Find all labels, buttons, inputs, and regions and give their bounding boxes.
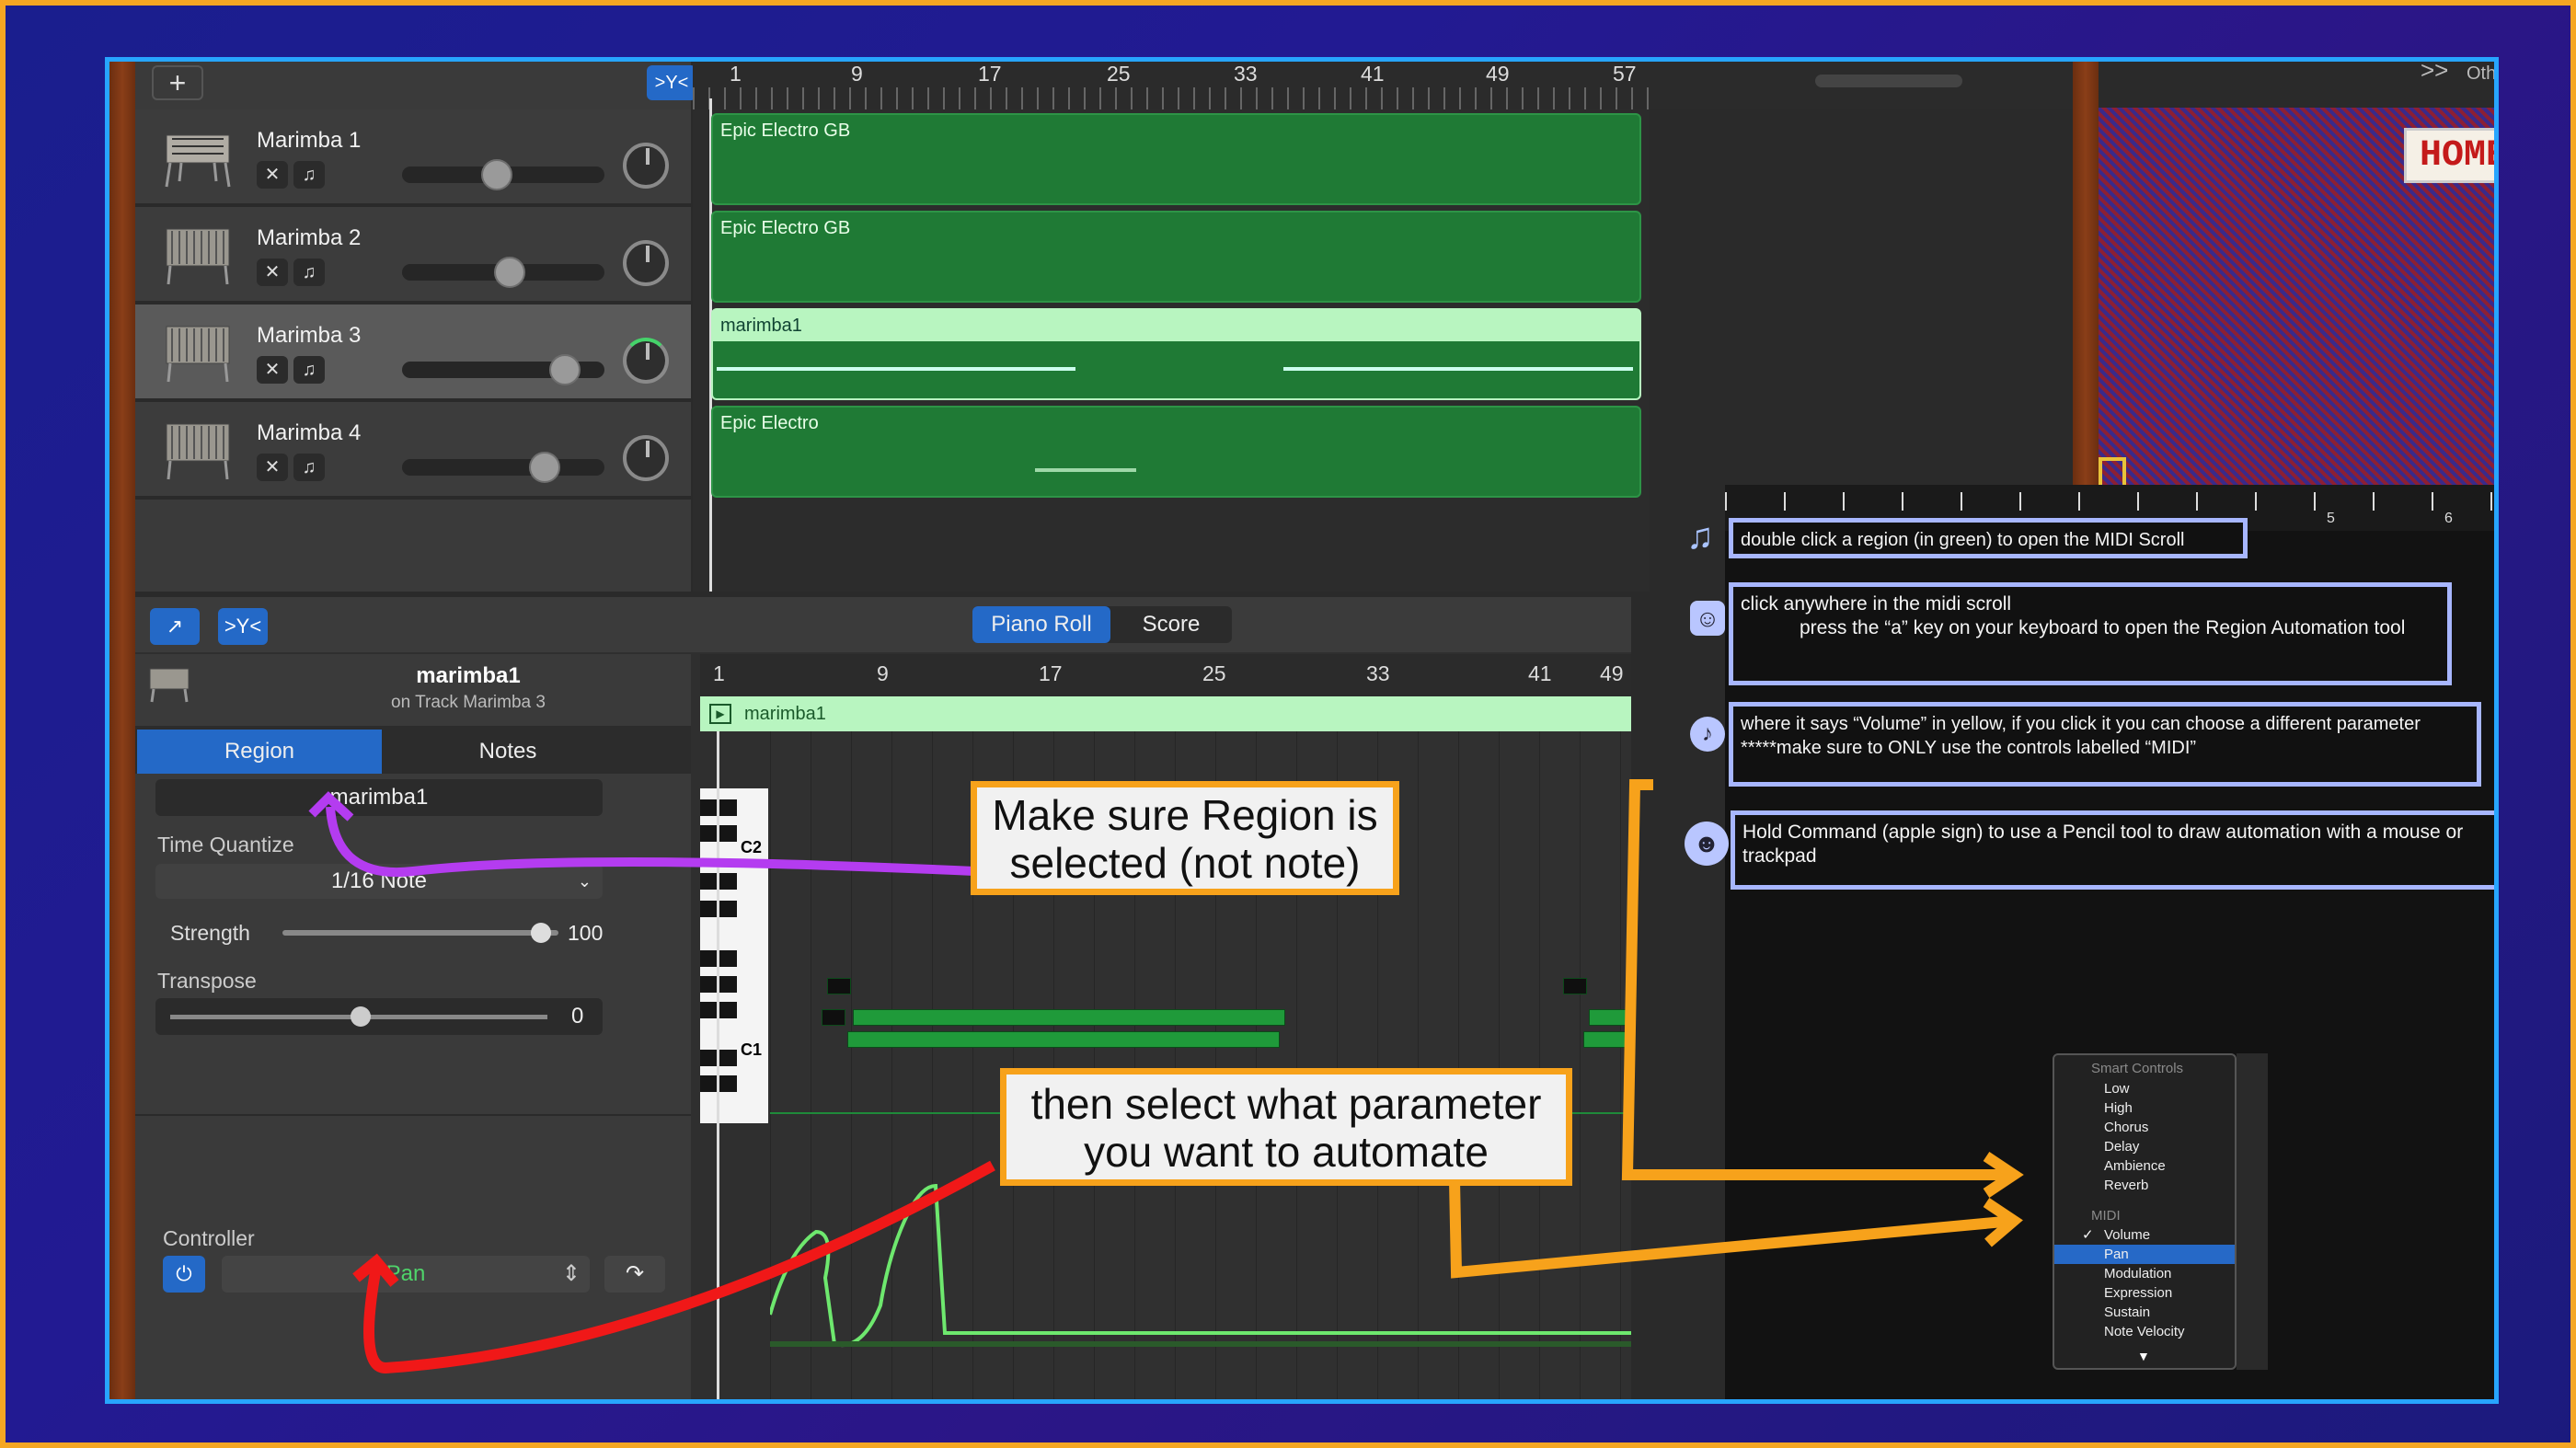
app-window: + >Y< 1 9 17 25 33 41 49 57 Marimba 1 ✕ …: [105, 57, 2499, 1404]
callout-text: Make sure Region is selected (not note): [992, 791, 1378, 887]
callout-param: then select what parameter you want to a…: [1000, 1068, 1572, 1186]
callout-region: Make sure Region is selected (not note): [971, 781, 1399, 895]
annotation-arrows: [308, 779, 2024, 1374]
callout-text: then select what parameter you want to a…: [1030, 1080, 1542, 1176]
